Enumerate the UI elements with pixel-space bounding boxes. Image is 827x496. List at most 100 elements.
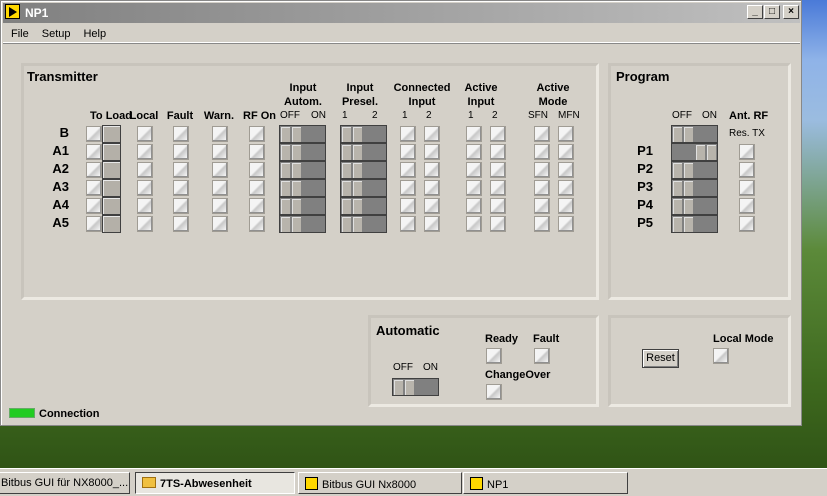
active-mode-sfn-led xyxy=(534,144,550,160)
maximize-button[interactable]: □ xyxy=(764,5,780,19)
input-autom-switch[interactable] xyxy=(279,215,326,233)
to-load-button[interactable] xyxy=(102,125,121,143)
menu-help[interactable]: Help xyxy=(75,25,111,40)
active-mode-sfn-led xyxy=(534,216,550,232)
input-presel-switch[interactable] xyxy=(340,197,387,215)
switch-knob xyxy=(281,199,291,214)
to-load-button[interactable] xyxy=(102,179,121,197)
program-switch-p3[interactable] xyxy=(671,179,718,197)
input-presel-switch[interactable] xyxy=(340,179,387,197)
program-switch-p4[interactable] xyxy=(671,197,718,215)
subheader-one: 1 xyxy=(468,110,474,121)
input-autom-switch[interactable] xyxy=(279,125,326,143)
taskbar-label: NP1 xyxy=(487,479,509,491)
connected-input-2-led xyxy=(424,126,440,142)
taskbar-label: 7TS-Abwesenheit xyxy=(160,478,252,490)
input-autom-switch[interactable] xyxy=(279,179,326,197)
switch-knob xyxy=(292,199,302,214)
program-switch-p2[interactable] xyxy=(671,161,718,179)
subheader-mfn: MFN xyxy=(558,110,580,121)
active-mode-sfn-led xyxy=(534,126,550,142)
warn-led xyxy=(212,162,228,178)
rf-on-led xyxy=(249,144,265,160)
automatic-title: Automatic xyxy=(376,323,440,338)
rf-on-led xyxy=(249,216,265,232)
auto-fault-label: Fault xyxy=(533,333,560,345)
auto-fault-led xyxy=(534,348,550,364)
auto-on-label: ON xyxy=(423,362,438,373)
rf-on-led xyxy=(249,180,265,196)
warn-led xyxy=(212,180,228,196)
switch-knob xyxy=(342,217,352,232)
automatic-switch[interactable] xyxy=(392,378,439,396)
program-row-label: P2 xyxy=(637,161,653,176)
input-autom-switch[interactable] xyxy=(279,161,326,179)
switch-knob xyxy=(342,199,352,214)
program-switch-p1[interactable] xyxy=(671,143,718,161)
res-tx-led xyxy=(739,144,755,160)
active-input-2-led xyxy=(490,126,506,142)
header-rf-on: RF On xyxy=(243,110,276,122)
to-load-button[interactable] xyxy=(102,161,121,179)
switch-knob xyxy=(684,127,694,142)
window-title: NP1 xyxy=(25,6,49,20)
active-mode-mfn-led xyxy=(558,144,574,160)
program-row-label: P1 xyxy=(637,143,653,158)
header-active-mode: Active Mode xyxy=(536,82,570,108)
input-presel-switch[interactable] xyxy=(340,125,387,143)
subheader-two: 2 xyxy=(492,110,498,121)
changeover-led xyxy=(486,384,502,400)
switch-knob xyxy=(673,163,683,178)
close-button[interactable]: × xyxy=(783,5,799,19)
taskbar-item-bitbus-gui[interactable]: Bitbus GUI Nx8000 xyxy=(298,472,462,494)
connected-input-1-led xyxy=(400,144,416,160)
to-load-led xyxy=(86,180,102,196)
row-label: A5 xyxy=(52,215,69,230)
active-mode-sfn-led xyxy=(534,162,550,178)
minimize-button[interactable]: _ xyxy=(747,5,763,19)
switch-knob xyxy=(342,127,352,142)
switch-knob xyxy=(673,181,683,196)
subheader-two: 2 xyxy=(426,110,432,121)
ready-label: Ready xyxy=(485,333,519,345)
res-tx-led xyxy=(739,198,755,214)
taskbar-item-np1[interactable]: NP1 xyxy=(463,472,628,494)
menu-setup[interactable]: Setup xyxy=(34,25,76,40)
active-input-1-led xyxy=(466,144,482,160)
to-load-button[interactable] xyxy=(102,197,121,215)
switch-knob xyxy=(353,181,363,196)
fault-led xyxy=(173,198,189,214)
to-load-led xyxy=(86,126,102,142)
input-presel-switch[interactable] xyxy=(340,143,387,161)
rf-on-led xyxy=(249,126,265,142)
input-autom-switch[interactable] xyxy=(279,197,326,215)
taskbar-item-7ts[interactable]: 7TS-Abwesenheit xyxy=(135,472,295,494)
program-row-label: P3 xyxy=(637,179,653,194)
title-bar[interactable]: NP1 xyxy=(3,3,800,23)
header-active-input: Active Input xyxy=(464,82,498,108)
local-mode-led xyxy=(713,348,729,364)
switch-knob xyxy=(353,145,363,160)
connected-input-1-led xyxy=(400,126,416,142)
connected-input-1-led xyxy=(400,216,416,232)
subheader-off: OFF xyxy=(280,110,300,121)
input-autom-switch[interactable] xyxy=(279,143,326,161)
input-presel-switch[interactable] xyxy=(340,215,387,233)
program-switch-all[interactable] xyxy=(671,125,718,143)
rf-on-led xyxy=(249,162,265,178)
reset-button[interactable]: Reset xyxy=(642,349,679,368)
input-presel-switch[interactable] xyxy=(340,161,387,179)
connected-input-2-led xyxy=(424,162,440,178)
menu-bar: File Setup Help xyxy=(3,25,800,43)
taskbar-item-bitbus-gui-fuer[interactable]: Bitbus GUI für NX8000_... xyxy=(0,472,130,494)
to-load-button[interactable] xyxy=(102,215,121,233)
switch-knob xyxy=(684,199,694,214)
menu-file[interactable]: File xyxy=(3,25,34,40)
switch-knob xyxy=(684,163,694,178)
program-switch-p5[interactable] xyxy=(671,215,718,233)
switch-knob xyxy=(292,163,302,178)
active-input-1-led xyxy=(466,126,482,142)
to-load-button[interactable] xyxy=(102,143,121,161)
taskbar-label: Bitbus GUI für NX8000_... xyxy=(1,477,129,489)
local-led xyxy=(137,180,153,196)
